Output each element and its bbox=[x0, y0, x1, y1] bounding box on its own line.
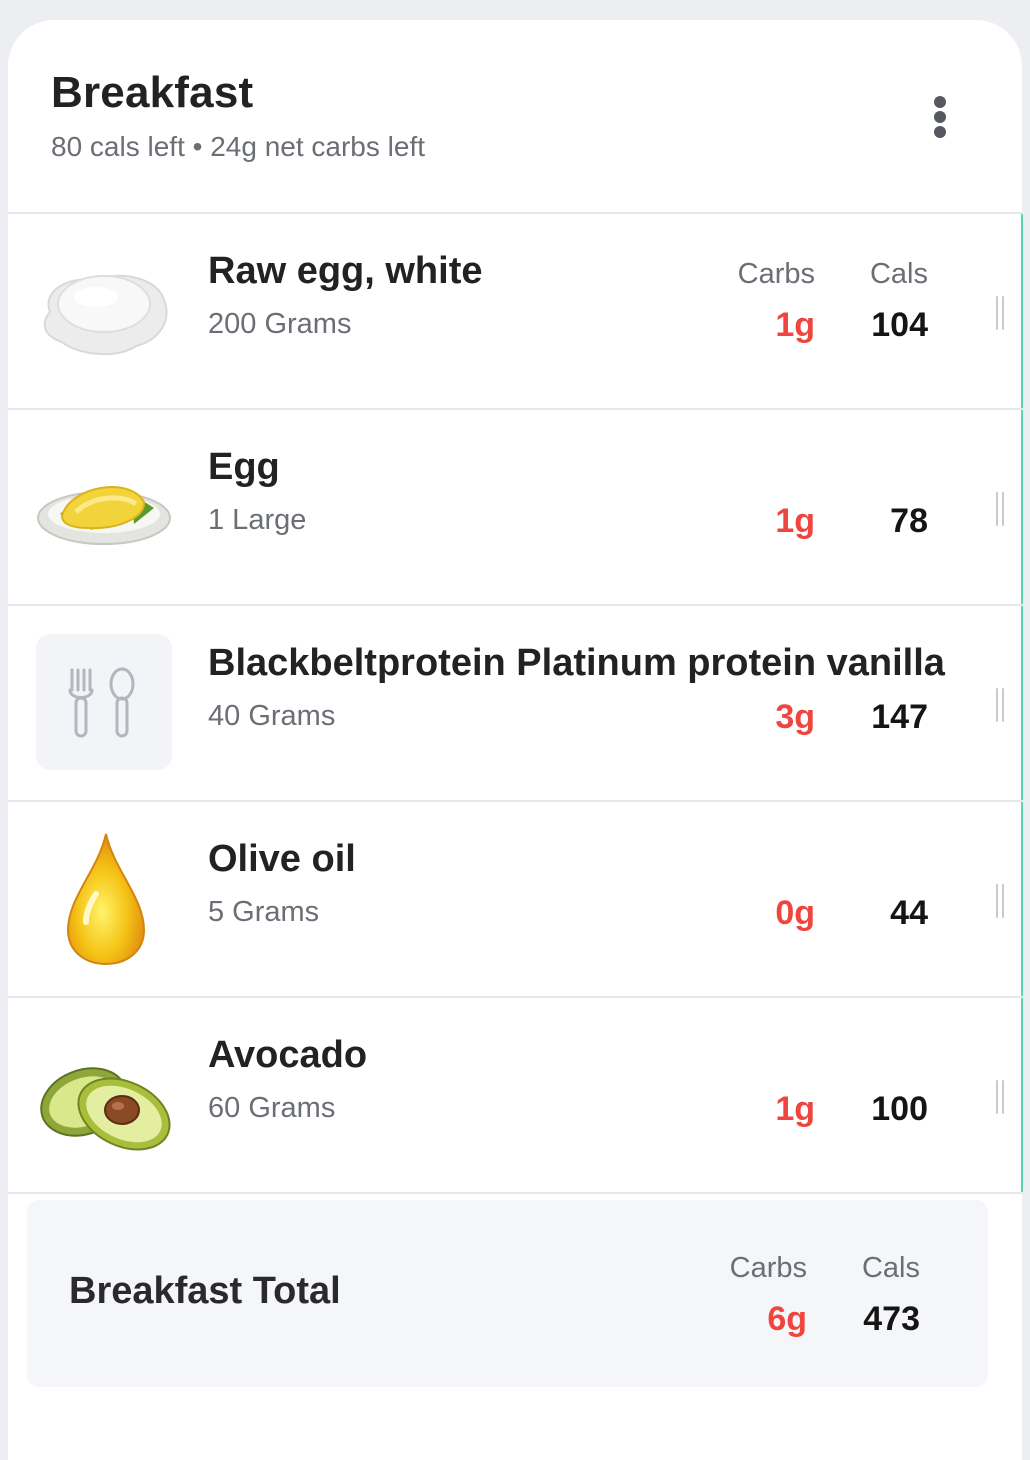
food-name: Avocado bbox=[208, 1034, 368, 1076]
total-carbs: 6g bbox=[767, 1300, 807, 1338]
total-cals: 473 bbox=[863, 1300, 920, 1338]
food-name: Blackbeltprotein Platinum protein vanill… bbox=[208, 642, 945, 684]
food-row[interactable]: Avocado 60 Grams 1g 100 bbox=[8, 998, 1023, 1194]
total-label: Breakfast Total bbox=[69, 1270, 341, 1312]
food-name: Olive oil bbox=[208, 838, 356, 880]
food-carbs: 0g bbox=[775, 894, 815, 932]
meal-header: Breakfast 80 cals left • 24g net carbs l… bbox=[8, 20, 1022, 214]
food-row[interactable]: Raw egg, white 200 Grams Carbs Cals 1g 1… bbox=[8, 214, 1023, 410]
more-vertical-icon[interactable] bbox=[928, 96, 952, 140]
food-cals: 44 bbox=[890, 894, 928, 932]
food-row[interactable]: Blackbeltprotein Platinum protein vanill… bbox=[8, 606, 1023, 802]
drag-handle-icon[interactable] bbox=[996, 492, 1005, 526]
meal-title: Breakfast bbox=[51, 68, 254, 117]
food-carbs: 3g bbox=[775, 698, 815, 736]
food-name: Egg bbox=[208, 446, 280, 488]
food-cals: 78 bbox=[890, 502, 928, 540]
food-quantity: 40 Grams bbox=[208, 700, 336, 732]
drag-handle-icon[interactable] bbox=[996, 296, 1005, 330]
food-quantity: 200 Grams bbox=[208, 308, 352, 340]
avocado-icon bbox=[36, 1026, 172, 1162]
meal-summary: 80 cals left • 24g net carbs left bbox=[51, 131, 426, 162]
food-cals: 100 bbox=[871, 1090, 928, 1128]
meal-total-panel: Breakfast Total Carbs Cals 6g 473 bbox=[27, 1200, 988, 1387]
cals-column-header: Cals bbox=[861, 1252, 920, 1284]
food-row[interactable]: Olive oil 5 Grams 0g 44 bbox=[8, 802, 1023, 998]
drag-handle-icon[interactable] bbox=[996, 1080, 1005, 1114]
cals-column-header: Cals bbox=[869, 258, 928, 290]
carbs-column-header: Carbs bbox=[729, 1252, 807, 1284]
food-name: Raw egg, white bbox=[208, 250, 483, 292]
food-quantity: 60 Grams bbox=[208, 1092, 336, 1124]
food-quantity: 5 Grams bbox=[208, 896, 320, 928]
food-cals: 147 bbox=[871, 698, 928, 736]
oil-drop-icon bbox=[36, 830, 172, 966]
food-carbs: 1g bbox=[775, 1090, 815, 1128]
utensils-icon bbox=[36, 634, 172, 770]
carbs-column-header: Carbs bbox=[737, 258, 815, 290]
food-carbs: 1g bbox=[775, 502, 815, 540]
food-carbs: 1g bbox=[775, 306, 815, 344]
food-cals: 104 bbox=[871, 306, 928, 344]
egg-white-icon bbox=[36, 242, 172, 378]
drag-handle-icon[interactable] bbox=[996, 884, 1005, 918]
food-row[interactable]: Egg 1 Large 1g 78 bbox=[8, 410, 1023, 606]
drag-handle-icon[interactable] bbox=[996, 688, 1005, 722]
omelette-icon bbox=[36, 438, 172, 574]
food-quantity: 1 Large bbox=[208, 504, 307, 536]
